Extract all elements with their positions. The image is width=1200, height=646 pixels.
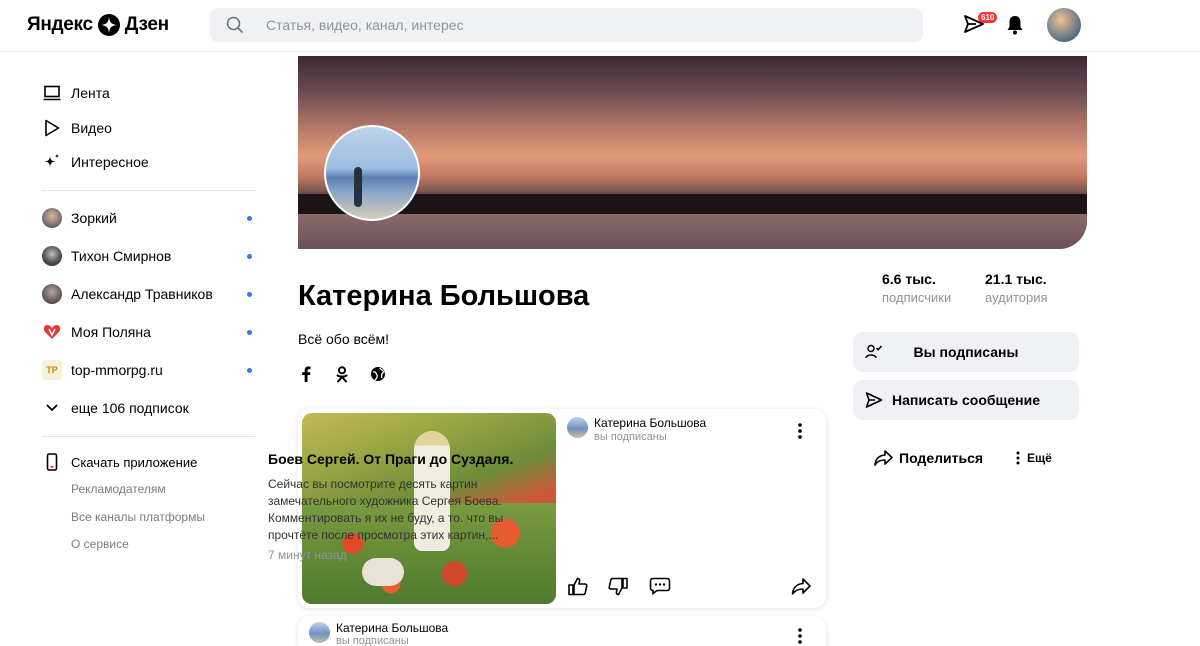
subscription-avatar [42,284,62,304]
write-message-label: Написать сообщение [891,392,1041,408]
sidebar-divider [42,190,255,191]
globe-icon[interactable] [370,366,386,382]
user-avatar[interactable] [1047,8,1081,42]
search-bar[interactable] [210,8,923,42]
subscribed-label: Вы подписаны [913,344,1019,360]
more-subscriptions-label: еще 106 подписок [71,400,189,416]
more-button[interactable]: Ещё [1016,451,1052,465]
sidebar-divider [42,436,255,437]
author-name[interactable]: Катерина Большова [594,416,706,430]
search-icon [226,16,244,34]
subscription-label: Моя Поляна [71,324,151,340]
play-icon [42,118,62,138]
audience-value: 21.1 тыс. [985,271,1047,287]
unread-dot [247,254,252,259]
subscription-label: Александр Травников [71,286,213,302]
channel-title: Катерина Большова [298,280,590,312]
more-label: Ещё [1027,451,1052,465]
heart-logo-icon [42,322,62,342]
chevron-down-icon [42,398,62,418]
channel-description: Всё обо всём! [298,331,390,347]
author-avatar[interactable] [309,622,330,643]
article-title[interactable]: Боев Сергей. От Праги до Суздаля. [268,451,518,467]
top-bar: Яндекс Дзен 610 [0,0,1200,52]
unread-dot [247,216,252,221]
logo-text-left: Яндекс [27,14,93,35]
send-icon [865,392,883,408]
article-snippet[interactable]: Сейчас вы посмотрите десять картин замеч… [268,476,518,544]
phone-icon [42,452,62,472]
facebook-icon[interactable] [298,366,314,382]
sparkle-icon [42,152,62,172]
unread-dot [247,368,252,373]
like-icon[interactable] [567,576,589,596]
nav-video-label: Видео [71,120,112,136]
vertical-dots-icon [1016,451,1020,465]
subscription-item[interactable]: Моя Поляна [42,320,255,344]
write-message-button[interactable]: Написать сообщение [853,380,1079,420]
subscribers-label: подписчики [882,290,952,305]
audience-stat: 21.1 тыс. аудитория [985,271,1048,305]
share-label: Поделиться [899,450,984,466]
audience-label: аудитория [985,290,1048,305]
subscription-item[interactable]: Тихон Смирнов [42,244,255,268]
channel-cover-image [298,56,1087,249]
odnoklassniki-icon[interactable] [334,365,350,382]
download-app-link[interactable]: Скачать приложение [42,450,197,474]
subscription-status: вы подписаны [336,635,409,646]
dislike-icon[interactable] [607,576,629,596]
download-app-label: Скачать приложение [71,454,198,470]
nav-interesting[interactable]: Интересное [42,150,149,174]
monitor-icon [42,83,62,103]
footer-link-about[interactable]: О сервисе [71,537,129,551]
card-menu-icon[interactable] [796,627,804,645]
tm-logo-icon: TP [42,360,62,380]
subscription-item[interactable]: Александр Травников [42,282,255,306]
comment-icon[interactable] [649,576,671,596]
footer-link-advertisers[interactable]: Рекламодателям [71,482,166,496]
zen-star-icon [97,14,120,36]
user-check-icon [865,344,883,359]
subscription-label: Тихон Смирнов [71,248,172,264]
nav-interesting-label: Интересное [71,154,149,170]
logo-text-right: Дзен [124,14,169,35]
card-menu-icon[interactable] [796,422,804,440]
subscription-label: Зоркий [71,210,117,226]
unread-dot [247,330,252,335]
subscription-item[interactable]: TP top-mmorpg.ru [42,358,255,382]
channel-avatar [324,125,420,221]
share-arrow-icon [874,450,893,466]
article-time: 7 минут назад [268,548,347,562]
footer-link-all-channels[interactable]: Все каналы платформы [71,510,205,524]
subscribers-stat: 6.6 тыс. подписчики [882,271,951,305]
subscribed-button[interactable]: Вы подписаны [853,332,1079,372]
subscribers-value: 6.6 тыс. [882,271,936,287]
nav-feed-label: Лента [71,85,110,101]
more-subscriptions-button[interactable]: еще 106 подписок [42,396,189,420]
subscription-status: вы подписаны [594,431,667,443]
subscription-avatar [42,246,62,266]
yandex-zen-logo[interactable]: Яндекс Дзен [27,13,169,37]
author-avatar[interactable] [567,417,588,438]
author-name[interactable]: Катерина Большова [336,621,448,635]
nav-feed[interactable]: Лента [42,81,110,105]
search-input[interactable] [266,8,906,42]
messages-badge: 610 [978,12,998,23]
share-button[interactable]: Поделиться [874,450,983,466]
subscription-item[interactable]: Зоркий [42,206,255,230]
subscription-label: top-mmorpg.ru [71,362,163,378]
unread-dot [247,292,252,297]
bell-icon[interactable] [1006,15,1024,35]
nav-video[interactable]: Видео [42,116,112,140]
share-icon[interactable] [790,576,812,596]
subscription-avatar [42,208,62,228]
